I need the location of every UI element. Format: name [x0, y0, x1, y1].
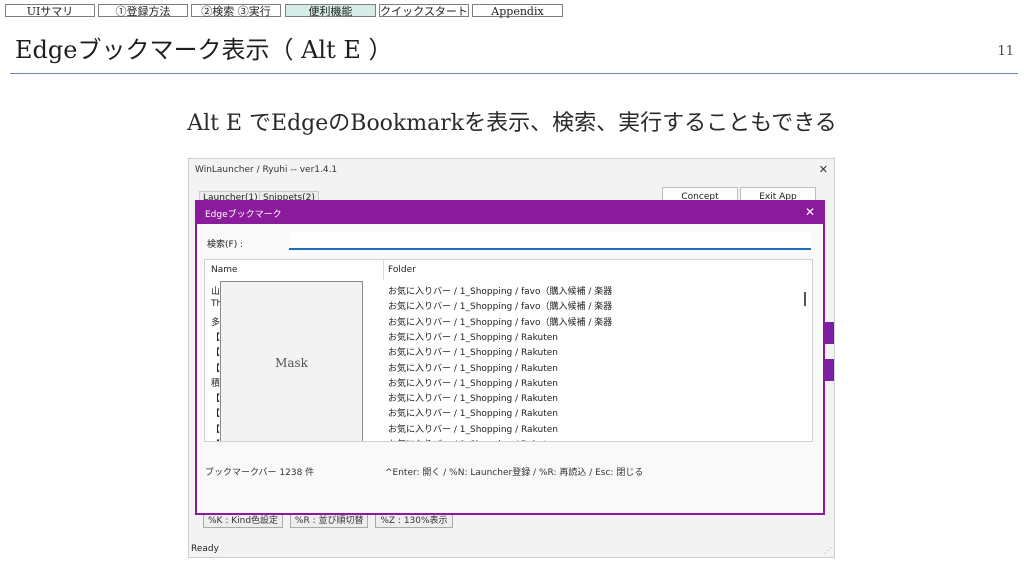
column-header-name[interactable]: Name — [211, 265, 238, 275]
bookmark-folder: お気に入りバー / 1_Shopping / Rakuten — [388, 363, 558, 374]
bookmark-folder: お気に入りバー / 1_Shopping / Rakuten — [388, 424, 558, 435]
nav-tab-features[interactable]: 便利機能 — [285, 4, 376, 18]
bookmark-folder: お気に入りバー / 1_Shopping / Rakuten — [388, 332, 558, 343]
page-number: 11 — [997, 44, 1014, 59]
resize-grip-icon[interactable]: ⋰ — [824, 546, 832, 555]
bookmark-folder: お気に入りバー / 1_Shopping / favo（購入候補 / 楽器 — [388, 302, 613, 313]
nav-tab-registration[interactable]: ①登録方法 — [98, 4, 188, 18]
dialog-titlebar[interactable]: Edgeブックマーク ✕ — [197, 202, 823, 224]
app-side-accent — [824, 359, 834, 381]
bookmark-folder: お気に入りバー / 1_Shopping / Rakuten — [388, 409, 558, 420]
dialog-title: Edgeブックマーク — [205, 210, 282, 220]
search-label: 検索(F) : — [207, 240, 244, 250]
title-divider — [10, 73, 1018, 74]
shortcut-hints: ^Enter: 開く / %N: Launcher登録 / %R: 再読込 / … — [385, 468, 644, 478]
bookmark-folder: お気に入りバー / 1_Shopping / Rakuten — [388, 378, 558, 389]
bookmark-count: ブックマークバー 1238 件 — [205, 468, 315, 478]
bookmark-folder: お気に入りバー / 1_Shopping / favo（購入候補 / 楽器 — [388, 317, 613, 328]
app-close-icon[interactable]: ✕ — [819, 163, 828, 176]
scrollbar-thumb[interactable] — [804, 292, 806, 306]
column-header-folder[interactable]: Folder — [388, 265, 416, 275]
bookmark-list[interactable]: Name Folder 山お気に入りバー / 1_Shopping / favo… — [204, 259, 813, 442]
app-side-accent — [824, 322, 834, 344]
status-text: Ready — [191, 544, 219, 554]
search-input[interactable] — [289, 232, 811, 250]
nav-tab-ui-summary[interactable]: UIサマリ — [5, 4, 95, 18]
nav-tab-appendix[interactable]: Appendix — [472, 4, 563, 18]
bookmark-folder: お気に入りバー / 1_Shopping / Rakuten — [388, 348, 558, 359]
page-title: Edgeブックマーク表示（ Alt E ） — [15, 36, 393, 64]
column-divider[interactable] — [383, 260, 384, 280]
bookmark-folder: お気に入りバー / 1_Shopping / Rakuten — [388, 394, 558, 405]
nav-tab-quickstart[interactable]: クイックスタート — [379, 4, 469, 18]
bookmark-folder: お気に入りバー / 1_Shopping / favo（購入候補 / 楽器 — [388, 287, 613, 297]
nav-tab-search-execute[interactable]: ②検索 ③実行 — [191, 4, 281, 18]
edge-bookmark-dialog: Edgeブックマーク ✕ 検索(F) : Name Folder 山お気に入りバ… — [195, 200, 825, 515]
mask-overlay: Mask — [220, 281, 363, 441]
slide-subtitle: Alt E でEdgeのBookmarkを表示、検索、実行することもできる — [187, 111, 837, 136]
bookmark-folder: お気に入りバー / 1_Shopping / Rakuten — [388, 437, 558, 441]
app-window-title: WinLauncher / Ryuhi -- ver1.4.1 — [195, 165, 338, 175]
mask-label: Mask — [275, 356, 308, 370]
close-icon[interactable]: ✕ — [805, 205, 815, 219]
